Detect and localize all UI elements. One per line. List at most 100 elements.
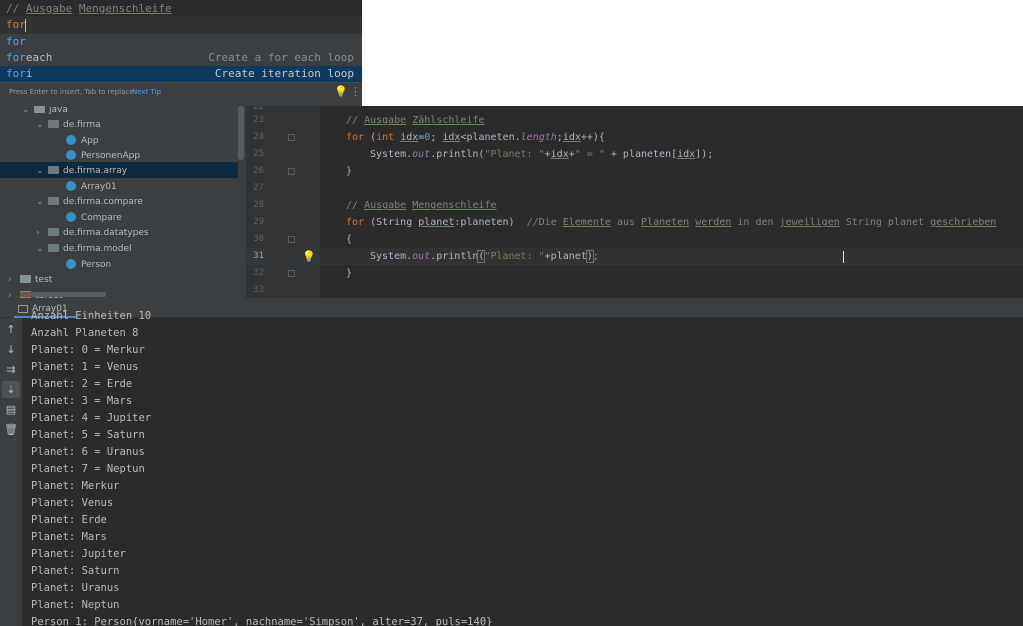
project-tree: ⌄ java ⌄ de.firma App PersonenApp ⌄ de.firm… (0, 106, 246, 298)
console-line: Planet: Venus (31, 497, 114, 509)
line-number: 26 (253, 166, 264, 176)
console-line: Anzahl Einheiten 10 (31, 310, 152, 322)
intention-bulb-icon[interactable]: 💡 (302, 248, 316, 265)
package-icon (48, 166, 59, 174)
line-number: 33 (253, 285, 264, 295)
run-tool-window: Array01 ↑ ↓ ⇉ ⇣ ▤ 🗑 Anzahl Einheiten 10 … (0, 298, 1023, 626)
chevron-down-icon[interactable]: ⌄ (36, 194, 48, 210)
class-icon (66, 259, 76, 269)
class-icon (66, 150, 76, 160)
chevron-right-icon[interactable]: › (8, 288, 20, 298)
code-line-25: System.out.println("Planet: "+idx+" = " … (370, 149, 714, 160)
console-line: Planet: 3 = Mars (31, 395, 133, 407)
console-line: Planet: 5 = Saturn (31, 429, 145, 441)
class-icon (66, 212, 76, 222)
tree-vertical-scrollbar[interactable] (238, 106, 244, 160)
suggestion-fori[interactable]: fori Create iteration loop (0, 66, 362, 82)
suggestion-for[interactable]: for (0, 34, 362, 50)
arrow-up-icon[interactable]: ↑ (4, 323, 18, 337)
tree-item-de-firma[interactable]: ⌄ de.firma (36, 117, 101, 133)
lightbulb-icon[interactable]: 💡 (334, 85, 348, 98)
code-line-31: System.out.println("Planet: "+planet); (370, 250, 599, 263)
run-toolbar: ↑ ↓ ⇉ ⇣ ▤ 🗑 (0, 318, 22, 626)
tree-item-array01[interactable]: Array01 (66, 179, 117, 195)
line-number: 27 (253, 183, 264, 193)
line-number: 23 (253, 115, 264, 125)
tree-item-personenapp[interactable]: PersonenApp (66, 148, 140, 164)
code-line-28: // Ausgabe Mengenschleife (346, 200, 497, 211)
popup-context-line: // Ausgabe Mengenschleife (6, 2, 172, 15)
package-icon (48, 197, 59, 205)
line-number: 31 (253, 251, 264, 261)
popup-footer: Press Enter to insert, Tab to replace Ne… (0, 82, 362, 106)
code-line-30: { (346, 234, 353, 245)
line-number: 24 (253, 132, 264, 142)
run-tab-bar: Array01 (0, 298, 1023, 318)
line-number: 32 (253, 268, 264, 278)
console-line: Anzahl Planeten 8 (31, 327, 139, 339)
fold-marker-icon[interactable] (288, 236, 295, 243)
folder-icon (34, 106, 45, 113)
soft-wrap-icon[interactable]: ⇉ (4, 363, 18, 377)
console-line: Person 1: Person{vorname='Homer', nachna… (31, 616, 493, 626)
console-line: Planet: Erde (31, 514, 107, 526)
next-tip-link[interactable]: Next Tip (132, 88, 161, 96)
chevron-down-icon[interactable]: ⌄ (22, 106, 34, 118)
more-options-icon[interactable]: ⋮ (350, 85, 361, 98)
chevron-right-icon[interactable]: › (8, 272, 20, 288)
console-line: Planet: Uranus (31, 582, 120, 594)
trash-icon[interactable]: 🗑 (4, 423, 18, 437)
console-line: Planet: 7 = Neptun (31, 463, 145, 475)
package-icon (48, 244, 59, 252)
console-line: Planet: 0 = Merkur (31, 344, 145, 356)
popup-hint: Press Enter to insert, Tab to replace (9, 88, 134, 96)
chevron-down-icon[interactable]: ⌄ (36, 117, 48, 133)
console-line: Planet: Mars (31, 531, 107, 543)
line-number: 25 (253, 149, 264, 159)
tree-item-de-firma-model[interactable]: ⌄ de.firma.model (36, 241, 132, 257)
suggestion-foreach[interactable]: foreach Create a for each loop (0, 50, 362, 66)
console-line: Planet: Saturn (31, 565, 120, 577)
tree-item-de-firma-datatypes[interactable]: › de.firma.datatypes (36, 225, 149, 241)
chevron-down-icon[interactable]: ⌄ (36, 241, 48, 257)
text-caret (843, 251, 844, 263)
package-icon (48, 120, 59, 128)
blank-area (362, 0, 1023, 106)
console-output[interactable]: Anzahl Einheiten 10 Anzahl Planeten 8 Pl… (31, 310, 1021, 626)
package-icon (48, 228, 59, 236)
scroll-to-end-icon[interactable]: ⇣ (4, 383, 18, 397)
console-line: Planet: Neptun (31, 599, 120, 611)
folder-icon (20, 275, 31, 283)
code-line-32: } (346, 268, 353, 279)
console-icon (18, 305, 28, 313)
tree-item-compare[interactable]: Compare (66, 210, 122, 226)
fold-marker-icon[interactable] (288, 168, 295, 175)
chevron-right-icon[interactable]: › (36, 225, 48, 241)
code-line-26: } (346, 166, 353, 177)
console-line: Planet: 1 = Venus (31, 361, 139, 373)
fold-marker-icon[interactable] (288, 134, 295, 141)
class-icon (66, 135, 76, 145)
console-line: Planet: Jupiter (31, 548, 126, 560)
tree-item-test[interactable]: › test (8, 272, 52, 288)
code-line-24: for (int idx=0; idx<planeten.length;idx+… (346, 132, 605, 143)
code-line-29: for (String planet:planeten) //Die Eleme… (346, 217, 997, 228)
console-line: Planet: 4 = Jupiter (31, 412, 152, 424)
tree-horizontal-scrollbar[interactable] (20, 292, 106, 297)
line-number: 28 (253, 200, 264, 210)
code-editor[interactable]: 22 23 24 25 26 27 28 29 30 31 32 33 💡 //… (246, 106, 1023, 298)
console-line: Planet: 6 = Uranus (31, 446, 145, 458)
typed-text-line[interactable]: for (0, 16, 362, 34)
tree-item-de-firma-array[interactable]: ⌄ de.firma.array (36, 163, 127, 179)
typed-text: for (6, 18, 26, 31)
console-line: Planet: 2 = Erde (31, 378, 133, 390)
text-caret (25, 19, 26, 32)
tree-item-de-firma-compare[interactable]: ⌄ de.firma.compare (36, 194, 143, 210)
tree-item-person[interactable]: Person (66, 257, 111, 273)
arrow-down-icon[interactable]: ↓ (4, 343, 18, 357)
tree-item-app[interactable]: App (66, 133, 99, 149)
chevron-down-icon[interactable]: ⌄ (36, 163, 48, 179)
code-line-23: // Ausgabe Zählschleife (346, 115, 485, 126)
fold-marker-icon[interactable] (288, 270, 295, 277)
print-icon[interactable]: ▤ (4, 403, 18, 417)
